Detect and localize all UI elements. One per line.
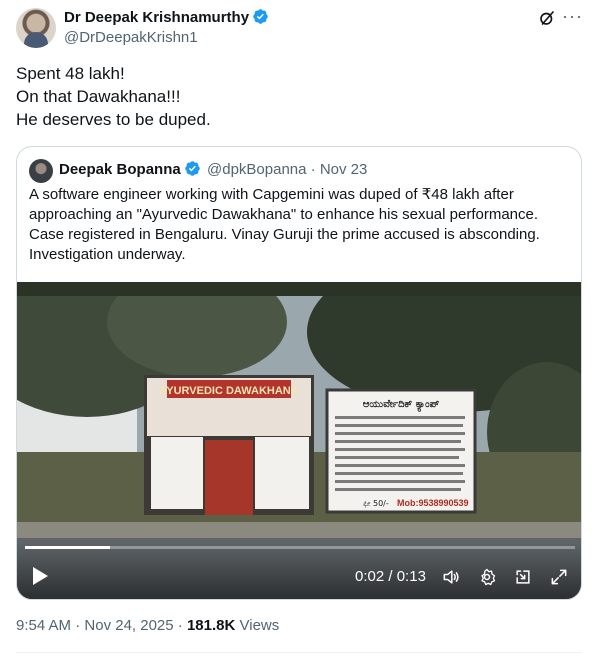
divider [16,652,582,653]
tweet-line: Spent 48 lakh! [16,64,125,83]
minimize-icon[interactable] [513,567,533,587]
quoted-meta: @dpkBopanna · Nov 23 [207,160,367,180]
quoted-avatar[interactable] [29,159,53,183]
time-current: 0:02 [355,568,385,585]
quoted-line: Investigation underway. [29,246,186,263]
fullscreen-icon[interactable] [549,567,569,587]
left-sign-title: AYURVEDIC DAWAKHANA [159,385,298,397]
post-date[interactable]: Nov 24, 2025 [84,617,173,634]
time-total: 0:13 [396,568,426,585]
quoted-line: A software engineer working with Capgemi… [29,186,514,203]
quoted-name-row[interactable]: Deepak Bopanna [59,160,201,180]
video-time: 0:02 / 0:13 [355,567,426,587]
tweet-line: On that Dawakhana!!! [16,87,181,106]
footer-dot: · [75,617,81,634]
views-label[interactable]: Views [240,617,280,634]
more-icon[interactable]: ··· [562,7,582,27]
right-sign-fee: ಫೀ 50/- [363,499,389,508]
time-separator: / [384,568,397,585]
footer-dot: · [177,617,183,634]
right-sign-phone: Mob:9538990539 [397,498,469,508]
quoted-name[interactable]: Deepak Bopanna [59,161,181,178]
tweet-footer: 9:54 AM · Nov 24, 2025 · 181.8K Views [16,616,279,636]
quoted-date[interactable]: Nov 23 [320,161,368,178]
author-handle[interactable]: @DrDeepakKrishn1 [64,28,198,48]
views-count[interactable]: 181.8K [187,617,235,634]
post-time[interactable]: 9:54 AM [16,617,71,634]
verified-badge-icon [184,161,200,176]
quoted-tweet[interactable]: Deepak Bopanna @dpkBopanna · Nov 23 A so… [16,146,582,600]
grok-icon[interactable] [538,9,556,27]
quoted-text: A software engineer working with Capgemi… [29,185,569,265]
quoted-handle[interactable]: @dpkBopanna [207,161,306,178]
tweet-text: Spent 48 lakh! On that Dawakhana!!! He d… [16,62,576,131]
quoted-line: approaching an "Ayurvedic Dawakhana" to … [29,206,539,223]
author-name-row[interactable]: Dr Deepak Krishnamurthy [64,8,269,28]
tweet-line: He deserves to be duped. [16,110,211,129]
verified-badge-icon [253,9,268,24]
play-icon[interactable] [31,566,49,586]
progress-fill [25,546,110,549]
quoted-line: Case registered in Bengaluru. Vinay Guru… [29,226,540,243]
author-avatar[interactable] [16,8,56,48]
volume-icon[interactable] [441,567,461,587]
video-player[interactable]: AYURVEDIC DAWAKHANA ಆಯುರ್ವೇದಿಕ್ ಕ್ಯಾಂಪ್ … [17,282,581,599]
author-name[interactable]: Dr Deepak Krishnamurthy [64,9,249,26]
settings-icon[interactable] [477,567,497,587]
video-controls: 0:02 / 0:13 [17,542,581,599]
tweet: Dr Deepak Krishnamurthy @DrDeepakKrishn1… [0,0,599,656]
meta-separator: · [310,161,316,178]
progress-bar[interactable] [25,546,575,549]
